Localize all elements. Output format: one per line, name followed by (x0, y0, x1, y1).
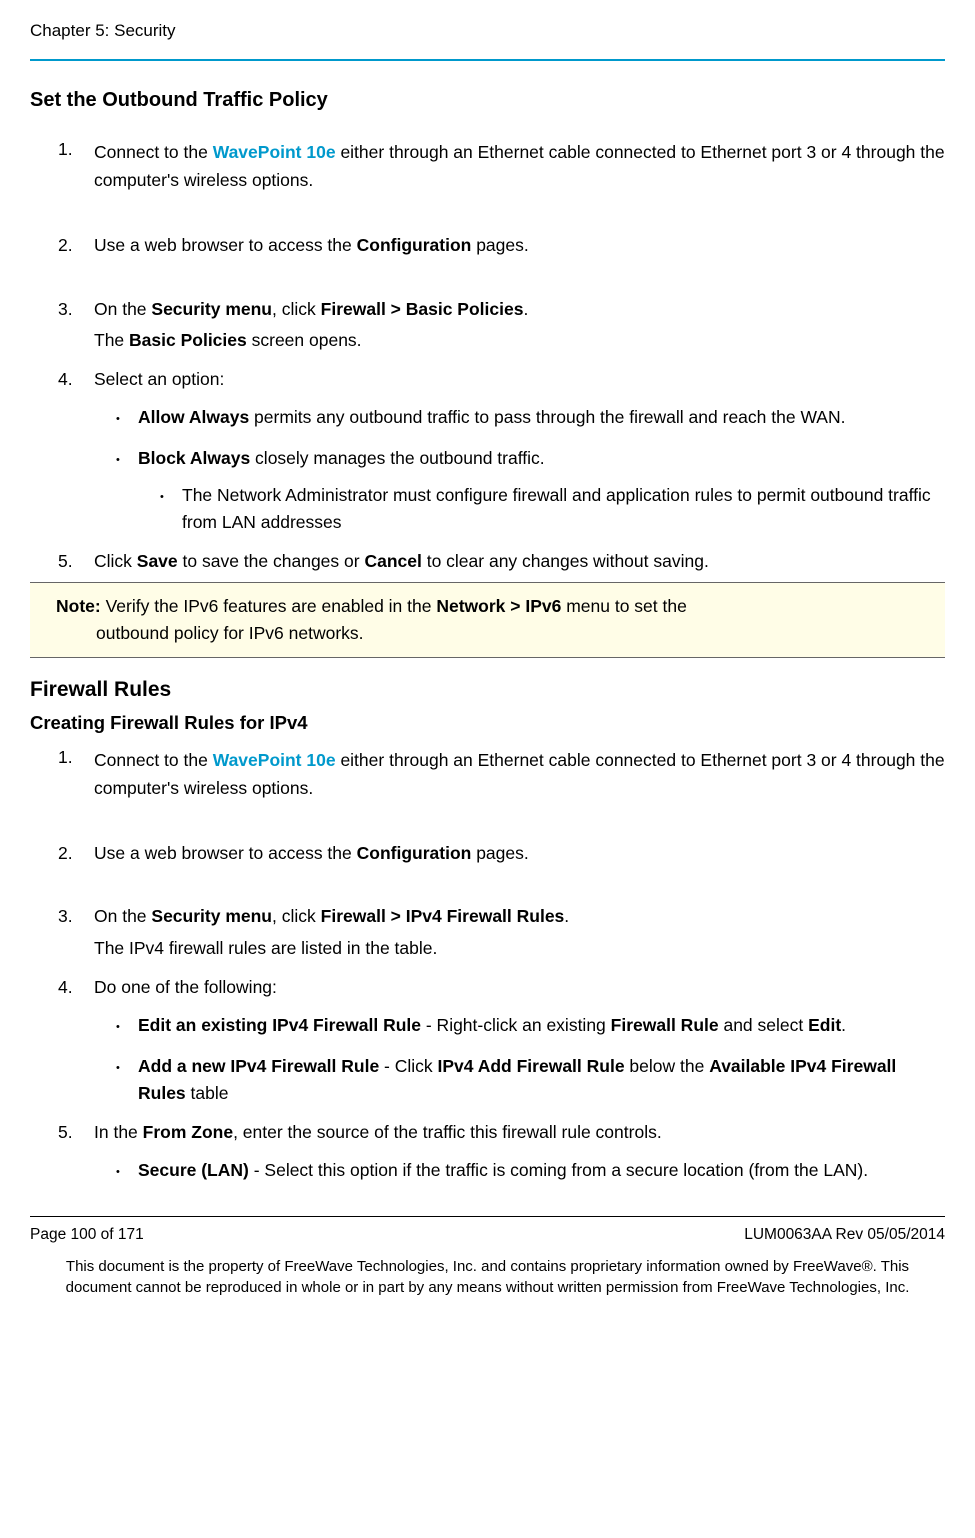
page-number: Page 100 of 171 (30, 1225, 144, 1246)
bold-text: Configuration (357, 843, 472, 863)
text: screen opens. (247, 330, 362, 350)
ipv4-step-2: Use a web browser to access the Configur… (94, 842, 945, 866)
text: On the (94, 299, 151, 319)
text: , click (272, 906, 321, 926)
wavepoint-link[interactable]: WavePoint 10e (213, 142, 336, 162)
text: to clear any changes without saving. (422, 551, 709, 571)
bold-text: Cancel (364, 551, 421, 571)
text: - Select this option if the traffic is c… (249, 1160, 868, 1180)
ipv4-step-5: In the From Zone, enter the source of th… (94, 1121, 945, 1184)
text: , enter the source of the traffic this f… (233, 1122, 662, 1142)
bold-text: Edit (808, 1015, 841, 1035)
bold-text: Firewall Rule (611, 1015, 719, 1035)
text: Use a web browser to access the (94, 843, 357, 863)
bold-text: Configuration (357, 235, 472, 255)
note-line2: outbound policy for IPv6 networks. (56, 620, 933, 647)
option-secure-lan: Secure (LAN) - Select this option if the… (138, 1157, 945, 1184)
option-block-always: Block Always closely manages the outboun… (138, 445, 945, 536)
ipv4-step-5-options: Secure (LAN) - Select this option if the… (94, 1157, 945, 1184)
bold-text: From Zone (143, 1122, 233, 1142)
text: - Right-click an existing (421, 1015, 611, 1035)
text: . (523, 299, 528, 319)
text: Verify the IPv6 features are enabled in … (106, 596, 437, 616)
bold-text: Block Always (138, 448, 250, 468)
option-allow-always: Allow Always permits any outbound traffi… (138, 404, 945, 431)
text: Connect to the (94, 142, 213, 162)
bold-text: Firewall > IPv4 Firewall Rules (321, 906, 565, 926)
bold-text: Security menu (151, 299, 272, 319)
page-footer: Page 100 of 171 LUM0063AA Rev 05/05/2014… (30, 1216, 945, 1310)
text: . (841, 1015, 846, 1035)
outbound-steps-list: Connect to the WavePoint 10e either thro… (30, 138, 945, 574)
text: Connect to the (94, 750, 213, 770)
text: closely manages the outbound traffic. (250, 448, 544, 468)
bold-text: Basic Policies (129, 330, 247, 350)
doc-id: LUM0063AA Rev 05/05/2014 (744, 1225, 945, 1246)
bold-text: Firewall > Basic Policies (321, 299, 524, 319)
step-3: On the Security menu, click Firewall > B… (94, 298, 945, 355)
text: table (186, 1083, 229, 1103)
bold-text: Add a new IPv4 Firewall Rule (138, 1056, 379, 1076)
text: pages. (471, 235, 528, 255)
wavepoint-link[interactable]: WavePoint 10e (213, 750, 336, 770)
text: Click (94, 551, 137, 571)
option-edit-rule: Edit an existing IPv4 Firewall Rule - Ri… (138, 1012, 945, 1039)
sub-bullet: The Network Administrator must configure… (182, 482, 945, 536)
bold-text: Network > IPv6 (436, 596, 561, 616)
text: and select (719, 1015, 809, 1035)
section-subtitle-ipv4: Creating Firewall Rules for IPv4 (30, 711, 945, 736)
chapter-header: Chapter 5: Security (30, 20, 945, 43)
option-add-rule: Add a new IPv4 Firewall Rule - Click IPv… (138, 1053, 945, 1107)
step-5: Click Save to save the changes or Cancel… (94, 550, 945, 574)
text: On the (94, 906, 151, 926)
text: The IPv4 firewall rules are listed in th… (94, 935, 945, 962)
text: - Click (379, 1056, 437, 1076)
text: Use a web browser to access the (94, 235, 357, 255)
bold-text: Security menu (151, 906, 272, 926)
bold-text: Edit an existing IPv4 Firewall Rule (138, 1015, 421, 1035)
text: , click (272, 299, 321, 319)
ipv4-step-4-options: Edit an existing IPv4 Firewall Rule - Ri… (94, 1012, 945, 1107)
text: . (564, 906, 569, 926)
bold-text: Secure (LAN) (138, 1160, 249, 1180)
ipv4-step-1: Connect to the WavePoint 10e either thro… (94, 746, 945, 802)
text: pages. (471, 843, 528, 863)
bold-text: Allow Always (138, 407, 249, 427)
note-label: Note: (56, 596, 106, 616)
text: The (94, 330, 129, 350)
ipv4-step-4: Do one of the following: Edit an existin… (94, 976, 945, 1107)
text: Select an option: (94, 369, 224, 389)
ipv4-steps-list: Connect to the WavePoint 10e either thro… (30, 746, 945, 1184)
text: to save the changes or (178, 551, 365, 571)
block-always-details: The Network Administrator must configure… (138, 482, 945, 536)
text: In the (94, 1122, 143, 1142)
step-1: Connect to the WavePoint 10e either thro… (94, 138, 945, 194)
step-4: Select an option: Allow Always permits a… (94, 368, 945, 536)
section-title-firewall-rules: Firewall Rules (30, 676, 945, 704)
header-divider (30, 59, 945, 61)
text: menu to set the (561, 596, 687, 616)
text: below the (625, 1056, 710, 1076)
bold-text: Save (137, 551, 178, 571)
section-title-outbound: Set the Outbound Traffic Policy (30, 87, 945, 114)
footer-divider (30, 1216, 945, 1217)
bold-text: IPv4 Add Firewall Rule (438, 1056, 625, 1076)
step-4-options: Allow Always permits any outbound traffi… (94, 404, 945, 537)
step-2: Use a web browser to access the Configur… (94, 234, 945, 258)
footer-disclaimer: This document is the property of FreeWav… (30, 1254, 945, 1310)
text: permits any outbound traffic to pass thr… (249, 407, 845, 427)
note-box: Note: Verify the IPv6 features are enabl… (30, 582, 945, 658)
ipv4-step-3: On the Security menu, click Firewall > I… (94, 905, 945, 962)
text: Do one of the following: (94, 977, 277, 997)
